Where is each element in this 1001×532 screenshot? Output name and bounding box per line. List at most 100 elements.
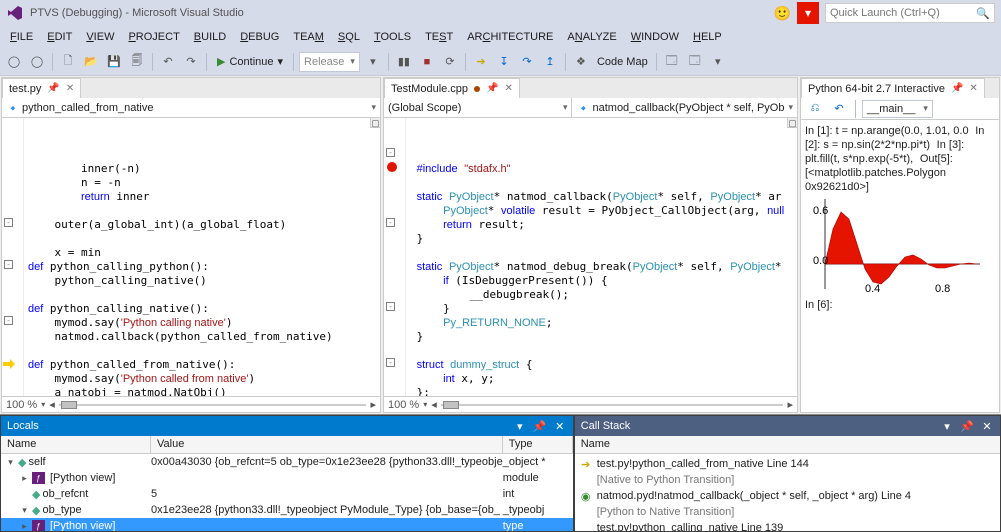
svg-text:0.6: 0.6 [813, 205, 828, 217]
close-icon[interactable]: ✕ [553, 420, 567, 433]
callstack-title: Call Stack [581, 420, 631, 432]
save-all-icon[interactable]: 🗐 [127, 52, 147, 72]
quick-launch-input[interactable]: 🔍 [825, 3, 995, 23]
locals-row[interactable]: ▾◆ob_type0x1e23ee28 {python33.dll!_typeo… [1, 502, 573, 518]
menu-project[interactable]: PROJECT [122, 29, 185, 45]
col-type[interactable]: Type [503, 436, 573, 453]
pin-icon[interactable]: 📌 [960, 420, 974, 433]
redo-icon[interactable]: ↷ [181, 52, 201, 72]
locals-row[interactable]: ▾◆self0x00a43030 {ob_refcnt=5 ob_type=0x… [1, 454, 573, 470]
stop-icon[interactable]: ■ [417, 52, 437, 72]
callstack-row[interactable]: ◉natmod.pyd!natmod_callback(_object * se… [579, 488, 996, 504]
show-next-icon[interactable]: ➔ [471, 52, 491, 72]
pin-icon[interactable]: 📌 [951, 83, 963, 94]
menu-team[interactable]: TEAM [287, 29, 330, 45]
interactive-pane: Python 64-bit 2.7 Interactive📌✕ ⎌ ↶ __ma… [800, 77, 1000, 413]
callstack-row[interactable]: ➔test.py!python_called_from_native Line … [579, 456, 996, 472]
hscroll[interactable] [441, 400, 784, 410]
nav-member-dd[interactable]: 🔹python_called_from_native [2, 98, 380, 117]
locals-row[interactable]: ◆ob_refcnt5int [1, 486, 573, 502]
code-editor-left[interactable]: - - - ▢ inner(-n) n = -n return inner ou… [2, 118, 380, 396]
codemap-icon[interactable]: ❖ [571, 52, 591, 72]
tab-interactive[interactable]: Python 64-bit 2.7 Interactive📌✕ [801, 78, 985, 98]
notifications-flag-icon[interactable]: ▾ [797, 2, 819, 24]
locals-row[interactable]: ▸ƒ[Python view]type [1, 518, 573, 531]
config-dropdown[interactable]: Release [299, 52, 360, 72]
pause-icon[interactable]: ▮▮ [394, 52, 414, 72]
locals-row[interactable]: ▸ƒ[Python view]module [1, 470, 573, 486]
nav-back-icon[interactable]: ◯ [4, 52, 24, 72]
callstack-rows[interactable]: ➔test.py!python_called_from_native Line … [575, 454, 1000, 531]
pin-icon[interactable]: 📌 [486, 83, 498, 94]
close-icon[interactable]: ✕ [66, 83, 74, 94]
callstack-row[interactable]: test.py!python_calling_native Line 139 [579, 520, 996, 531]
undo-icon[interactable]: ↶ [158, 52, 178, 72]
zoom-level[interactable]: 100 % [388, 399, 419, 411]
step-over-icon[interactable]: ↷ [517, 52, 537, 72]
callstack-row[interactable]: [Python to Native Transition] [579, 504, 996, 520]
locals-header[interactable]: Locals ▾ 📌 ✕ [1, 416, 573, 436]
close-icon[interactable]: ✕ [980, 420, 994, 433]
callstack-window: Call Stack ▾ 📌 ✕ Name ➔test.py!python_ca… [574, 415, 1001, 532]
codemap-label[interactable]: Code Map [594, 56, 651, 68]
breakpoint-icon[interactable] [387, 162, 397, 172]
feedback-icon[interactable]: 🙂 [774, 5, 791, 22]
window-menu-icon[interactable]: ▾ [940, 420, 954, 433]
close-icon[interactable]: ✕ [505, 83, 513, 94]
callstack-header[interactable]: Call Stack ▾ 📌 ✕ [575, 416, 1000, 436]
step-out-icon[interactable]: ↥ [540, 52, 560, 72]
col-name[interactable]: Name [575, 436, 1000, 454]
open-file-icon[interactable]: 📂 [81, 52, 101, 72]
code-editor-mid[interactable]: - - - - ▢ #include "stdafx.h" static PyO… [384, 118, 797, 396]
col-name[interactable]: Name [1, 436, 151, 453]
menu-debug[interactable]: DEBUG [234, 29, 285, 45]
menu-file[interactable]: FILE [4, 29, 39, 45]
editor-mid: TestModule.cpp📌✕ (Global Scope) 🔹natmod_… [383, 77, 798, 413]
new-project-icon[interactable]: 🗋 [58, 52, 78, 72]
save-icon[interactable]: 💾 [104, 52, 124, 72]
misc3-icon[interactable]: ▾ [708, 52, 728, 72]
misc1-icon[interactable]: 🗔 [662, 52, 682, 72]
menu-build[interactable]: BUILD [188, 29, 232, 45]
menu-sql[interactable]: SQL [332, 29, 366, 45]
repl-output[interactable]: In [1]: t = np.arange(0.0, 1.01, 0.0 In … [801, 120, 999, 412]
nav-fwd-icon[interactable]: ◯ [27, 52, 47, 72]
hscroll-left-icon[interactable]: ◂ [49, 398, 55, 411]
tab-test-py[interactable]: test.py📌✕ [2, 78, 81, 98]
menu-window[interactable]: WINDOW [625, 29, 685, 45]
continue-button[interactable]: ▶Continue ▾ [212, 52, 288, 72]
pin-icon[interactable]: 📌 [533, 420, 547, 433]
menu-test[interactable]: TEST [419, 29, 459, 45]
misc2-icon[interactable]: 🗔 [685, 52, 705, 72]
reset-icon[interactable]: ⎌ [805, 99, 825, 119]
nav-member2-dd[interactable]: 🔹natmod_callback(PyObject * self, PyOb [572, 98, 797, 117]
pin-icon[interactable]: 📌 [47, 83, 59, 94]
platform-dd-icon[interactable]: ▾ [363, 52, 383, 72]
menu-architecture[interactable]: ARCHITECTURE [461, 29, 559, 45]
current-line-arrow-icon [3, 359, 17, 369]
close-icon[interactable]: ✕ [969, 83, 977, 94]
method-icon: 🔹 [576, 102, 588, 114]
menu-help[interactable]: HELP [687, 29, 728, 45]
split-handle[interactable]: ▢ [787, 118, 797, 128]
menu-tools[interactable]: TOOLS [368, 29, 417, 45]
restart-icon[interactable]: ⟳ [440, 52, 460, 72]
menu-view[interactable]: VIEW [80, 29, 120, 45]
zoom-level[interactable]: 100 % [6, 399, 37, 411]
menu-edit[interactable]: EDIT [41, 29, 78, 45]
undo-int-icon[interactable]: ↶ [829, 99, 849, 119]
method-icon: 🔹 [6, 102, 18, 114]
locals-rows[interactable]: ▾◆self0x00a43030 {ob_refcnt=5 ob_type=0x… [1, 454, 573, 531]
step-into-icon[interactable]: ↧ [494, 52, 514, 72]
scope-dropdown[interactable]: __main__ [862, 100, 933, 118]
nav-scope-dd[interactable]: (Global Scope) [384, 98, 572, 117]
split-handle[interactable]: ▢ [370, 118, 380, 128]
quick-launch-field[interactable] [830, 7, 976, 19]
callstack-row[interactable]: [Native to Python Transition] [579, 472, 996, 488]
col-value[interactable]: Value [151, 436, 503, 453]
hscroll-right-icon[interactable]: ▸ [370, 398, 376, 411]
window-menu-icon[interactable]: ▾ [513, 420, 527, 433]
tab-testmodule-cpp[interactable]: TestModule.cpp📌✕ [384, 78, 520, 98]
hscroll[interactable] [59, 400, 367, 410]
menu-analyze[interactable]: ANALYZE [561, 29, 622, 45]
